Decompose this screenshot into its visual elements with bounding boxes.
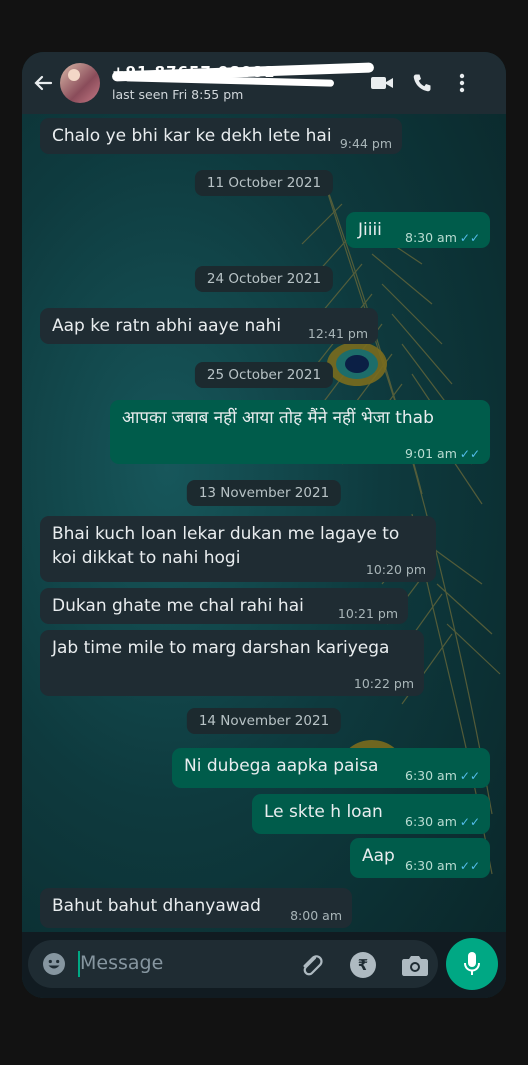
message-composer: Message ₹: [22, 932, 506, 998]
message-time: 6:30 am: [405, 814, 457, 829]
message-list: Chalo ye bhi kar ke dekh lete hai 9:44 p…: [22, 114, 506, 928]
date-separator: 13 November 2021: [186, 480, 342, 506]
phone-icon: [413, 74, 431, 92]
message-incoming[interactable]: Bahut bahut dhanyawad 8:00 am: [40, 888, 352, 928]
message-incoming[interactable]: Aap ke ratn abhi aaye nahi 12:41 pm: [40, 308, 378, 344]
microphone-icon: [464, 952, 480, 975]
message-text: Dukan ghate me chal rahi hai: [52, 596, 304, 616]
read-ticks-icon: ✓✓: [459, 815, 480, 829]
chat-header: +91 87657 98081 last seen Fri 8:55 pm: [22, 52, 506, 114]
message-outgoing[interactable]: Le skte h loan 6:30 am ✓✓: [252, 794, 490, 834]
message-incoming[interactable]: Chalo ye bhi kar ke dekh lete hai 9:44 p…: [40, 118, 402, 154]
message-time: 6:30 am: [405, 858, 457, 873]
arrow-left-icon: [34, 75, 53, 91]
paperclip-icon[interactable]: [298, 952, 324, 978]
message-time: 9:01 am: [405, 446, 457, 461]
date-separator: 24 October 2021: [194, 266, 334, 292]
message-time: 6:30 am: [405, 768, 457, 783]
message-time: 10:21 pm: [337, 606, 398, 621]
message-text: आपका जबाब नहीं आया तोह मैंने नहीं भेजा t…: [122, 408, 434, 428]
read-ticks-icon: ✓✓: [459, 769, 480, 783]
message-time: 10:22 pm: [353, 676, 414, 691]
message-time: 8:30 am: [405, 230, 457, 245]
message-incoming[interactable]: Dukan ghate me chal rahi hai 10:21 pm: [40, 588, 408, 624]
read-ticks-icon: ✓✓: [459, 859, 480, 873]
message-text: Chalo ye bhi kar ke dekh lete hai: [52, 126, 332, 146]
read-ticks-icon: ✓✓: [459, 447, 480, 461]
message-time: 9:44 pm: [339, 136, 392, 151]
emoji-icon[interactable]: [42, 952, 66, 976]
message-text: Aap ke ratn abhi aaye nahi: [52, 316, 282, 336]
voice-message-button[interactable]: [446, 938, 498, 990]
message-text: Aap: [362, 846, 395, 866]
message-text: Bahut bahut dhanyawad: [52, 896, 261, 916]
back-button[interactable]: [28, 63, 58, 103]
message-text: Jab time mile to marg darshan kariyega: [52, 638, 390, 658]
message-text: Le skte h loan: [264, 802, 383, 822]
message-text: Jiiii: [358, 220, 382, 240]
camera-icon[interactable]: [401, 953, 429, 977]
message-time: 12:41 pm: [307, 326, 368, 341]
avatar[interactable]: [60, 63, 100, 103]
message-input-container[interactable]: Message ₹: [28, 940, 438, 988]
last-seen-status: last seen Fri 8:55 pm: [112, 87, 244, 102]
message-outgoing[interactable]: Jiiii 8:30 am ✓✓: [346, 212, 490, 248]
message-time: 8:00 am: [290, 908, 342, 923]
message-meta: 8:30 am ✓✓: [405, 226, 480, 250]
message-outgoing[interactable]: Aap 6:30 am ✓✓: [350, 838, 490, 878]
date-separator: 25 October 2021: [194, 362, 334, 388]
message-time: 10:20 pm: [365, 562, 426, 577]
message-input[interactable]: Message: [80, 952, 163, 974]
message-text-line: Bhai kuch loan lekar dukan me lagaye to: [52, 524, 400, 544]
message-outgoing[interactable]: Ni dubega aapka paisa 6:30 am ✓✓: [172, 748, 490, 788]
message-meta: 6:30 am ✓✓: [405, 810, 480, 834]
message-text: Ni dubega aapka paisa: [184, 756, 379, 776]
more-options-button[interactable]: [442, 63, 482, 103]
message-outgoing[interactable]: आपका जबाब नहीं आया तोह मैंने नहीं भेजा t…: [110, 400, 490, 464]
date-separator: 14 November 2021: [186, 708, 342, 734]
rupee-icon[interactable]: ₹: [350, 952, 376, 978]
message-incoming[interactable]: Jab time mile to marg darshan kariyega 1…: [40, 630, 424, 696]
message-meta: 6:30 am ✓✓: [405, 764, 480, 788]
voice-call-button[interactable]: [402, 63, 442, 103]
chat-screen: +91 87657 98081 last seen Fri 8:55 pm Ch…: [22, 52, 506, 998]
video-camera-icon: [371, 77, 393, 89]
message-meta: 6:30 am ✓✓: [405, 854, 480, 878]
kebab-menu-icon: [459, 73, 465, 93]
message-incoming[interactable]: Bhai kuch loan lekar dukan me lagaye to …: [40, 516, 436, 582]
message-meta: 9:01 am ✓✓: [405, 442, 480, 466]
date-separator: 11 October 2021: [194, 170, 334, 196]
read-ticks-icon: ✓✓: [459, 231, 480, 245]
contact-info[interactable]: +91 87657 98081 last seen Fri 8:55 pm: [111, 61, 375, 105]
